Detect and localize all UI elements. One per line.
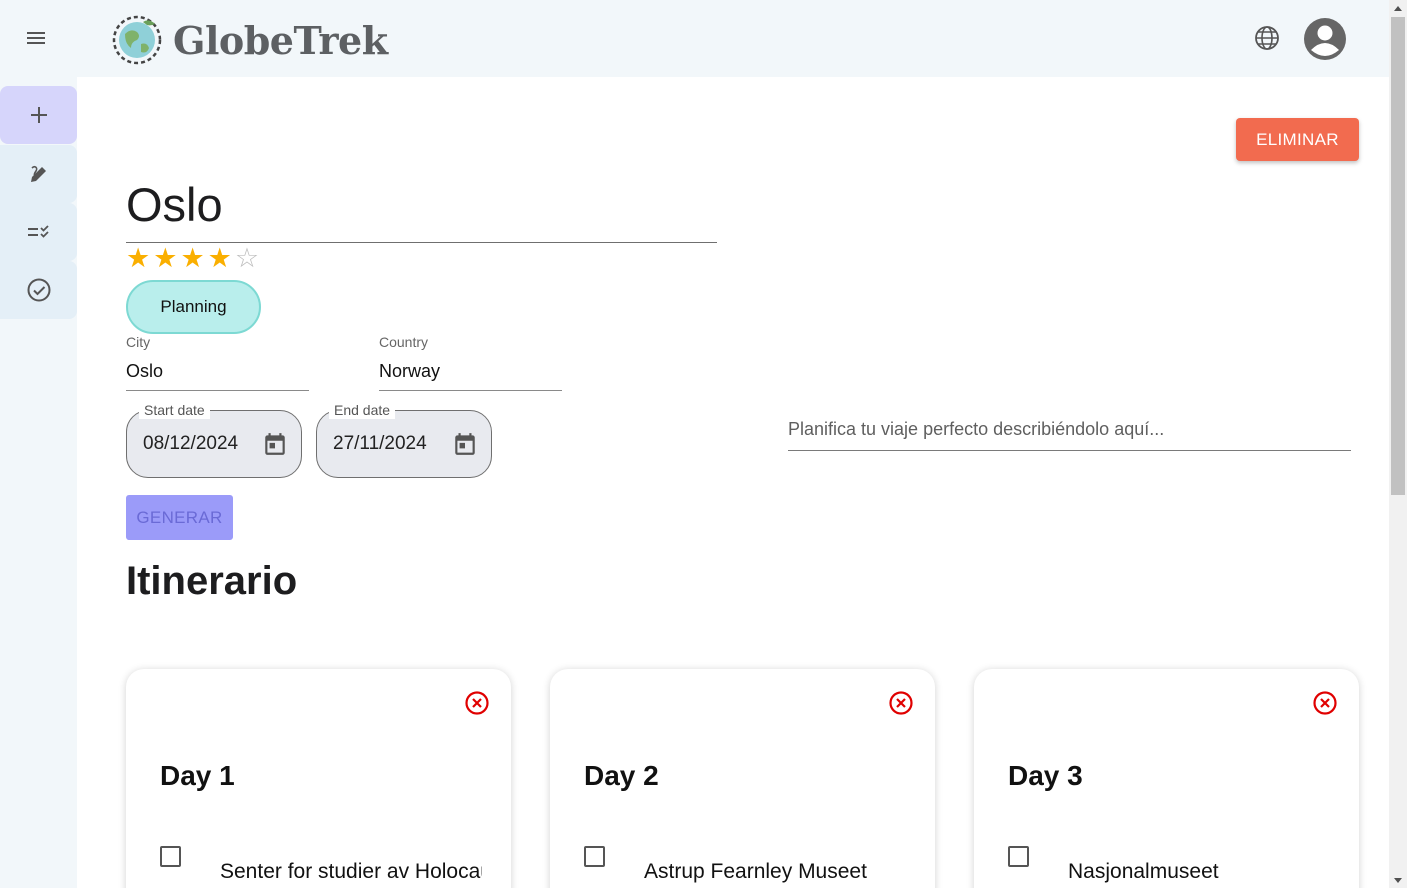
day-title: Day 2 <box>584 760 659 791</box>
language-button[interactable] <box>1250 21 1284 55</box>
scroll-up-arrow-icon[interactable] <box>1394 6 1402 11</box>
sidebar-item-checklist[interactable] <box>0 203 77 261</box>
app-logo[interactable]: GlobeTrek <box>111 14 388 66</box>
scroll-thumb[interactable] <box>1391 17 1405 495</box>
check-circle-icon <box>27 278 50 302</box>
star-outline-icon[interactable]: ☆ <box>235 243 259 273</box>
end-date-field[interactable]: End date 27/11/2024 <box>316 401 492 478</box>
app-name: GlobeTrek <box>173 17 388 63</box>
end-date-label: End date <box>329 401 396 419</box>
activity-checkbox[interactable] <box>160 846 181 867</box>
trip-description-input[interactable]: Planifica tu viaje perfecto describiéndo… <box>788 419 1351 451</box>
activity-name[interactable]: Nasjonalmuseet <box>1068 860 1330 884</box>
globe-logo-icon <box>112 15 162 65</box>
sidebar-item-add[interactable] <box>0 86 77 144</box>
page-scrollbar[interactable] <box>1389 0 1407 888</box>
sidebar-item-completed[interactable] <box>0 261 77 319</box>
start-date-value[interactable]: 08/12/2024 <box>143 433 238 455</box>
checklist-icon <box>27 225 49 238</box>
trip-title-input[interactable]: Oslo <box>126 174 717 243</box>
status-chip[interactable]: Planning <box>126 280 261 334</box>
day-card: Day 2 Astrup Fearnley Museet <box>550 669 935 888</box>
start-date-label: Start date <box>139 401 210 419</box>
account-button[interactable] <box>1303 17 1347 61</box>
day-title: Day 1 <box>160 760 235 791</box>
remove-circle-icon[interactable] <box>464 690 490 716</box>
end-date-value[interactable]: 27/11/2024 <box>333 433 427 455</box>
star-icon[interactable]: ★ <box>126 243 150 273</box>
sidebar-item-edit[interactable] <box>0 145 77 203</box>
scroll-down-arrow-icon[interactable] <box>1394 878 1402 883</box>
calendar-icon[interactable] <box>262 431 288 457</box>
calendar-icon[interactable] <box>452 431 478 457</box>
country-field[interactable]: Norway <box>379 361 562 391</box>
edit-pen-icon <box>30 165 46 182</box>
plus-icon <box>30 107 47 123</box>
menu-button[interactable] <box>18 20 54 56</box>
activity-checkbox[interactable] <box>1008 846 1029 867</box>
city-field[interactable]: Oslo <box>126 361 309 391</box>
activity-name[interactable]: Astrup Fearnley Museet <box>644 860 906 884</box>
menu-icon <box>27 32 45 44</box>
generate-button[interactable]: GENERAR <box>126 495 233 540</box>
rating-stars[interactable]: ★ ★ ★ ★ ☆ <box>126 243 259 273</box>
top-app-bar: GlobeTrek <box>0 0 1389 77</box>
day-card: Day 1 Senter for studier av Holocaust og… <box>126 669 511 888</box>
day-title: Day 3 <box>1008 760 1083 791</box>
remove-circle-icon[interactable] <box>1312 690 1338 716</box>
activity-name[interactable]: Senter for studier av Holocaust og livss… <box>220 860 482 884</box>
itinerary-title: Itinerario <box>126 559 298 603</box>
star-icon[interactable]: ★ <box>180 243 204 273</box>
day-card: Day 3 Nasjonalmuseet <box>974 669 1359 888</box>
remove-circle-icon[interactable] <box>888 690 914 716</box>
sidebar <box>0 77 77 888</box>
start-date-field[interactable]: Start date 08/12/2024 <box>126 401 302 478</box>
country-label: Country <box>379 334 429 350</box>
star-icon[interactable]: ★ <box>208 243 232 273</box>
delete-trip-button[interactable]: ELIMINAR <box>1236 118 1359 161</box>
globe-icon <box>1255 26 1279 50</box>
star-icon[interactable]: ★ <box>153 243 177 273</box>
city-label: City <box>126 334 151 350</box>
account-circle-icon <box>1304 18 1346 60</box>
activity-checkbox[interactable] <box>584 846 605 867</box>
